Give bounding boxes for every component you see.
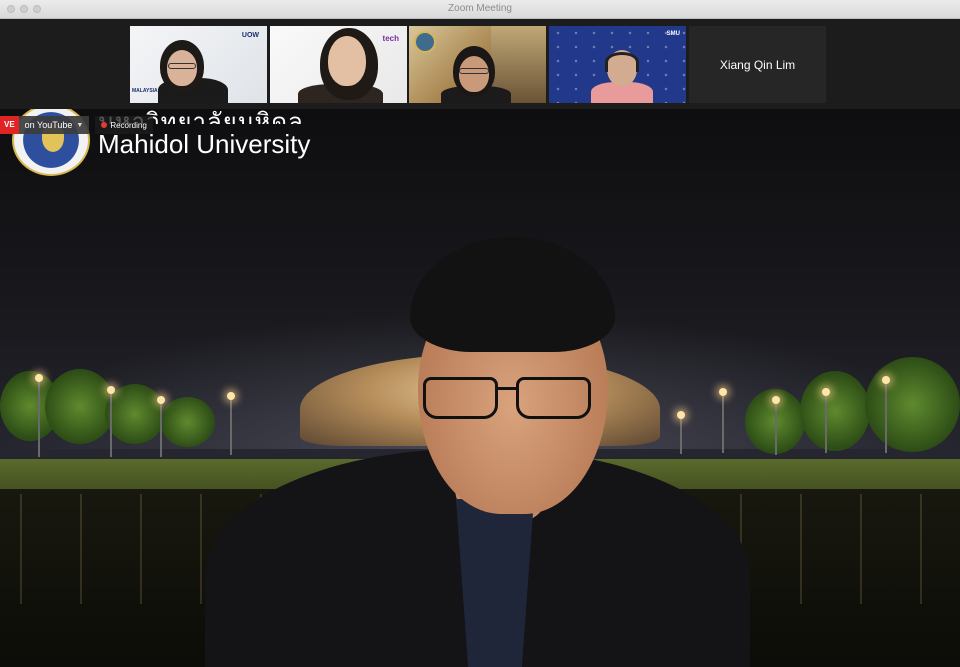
street-lamp: [677, 411, 685, 454]
participant-tile[interactable]: UOW MALAYSIA: [130, 26, 267, 103]
live-badge: VE: [0, 116, 19, 134]
street-lamp: [35, 374, 43, 457]
glasses-icon: [168, 63, 196, 69]
tree: [800, 371, 870, 451]
live-stream-dropdown[interactable]: on YouTube ▼: [18, 116, 90, 134]
stream-label: on YouTube: [24, 120, 73, 130]
participant-tile[interactable]: tech: [270, 26, 407, 103]
window-titlebar: Zoom Meeting: [0, 0, 960, 19]
participant-tile[interactable]: [409, 26, 546, 103]
speaker-hair: [410, 237, 615, 352]
street-lamp: [157, 396, 165, 457]
street-lamp: [822, 388, 830, 453]
participant-tile[interactable]: SMU: [549, 26, 686, 103]
street-lamp: [719, 388, 727, 453]
record-dot-icon: [101, 122, 108, 128]
participant-face: [328, 36, 366, 86]
headset-icon: [605, 52, 639, 72]
window-title: Zoom Meeting: [448, 3, 512, 14]
participant-face: [459, 56, 489, 92]
participant-name: Xiang Qin Lim: [719, 57, 796, 72]
chevron-down-icon: ▼: [76, 121, 84, 129]
tree: [865, 357, 960, 452]
uow-logo-subtext: MALAYSIA: [132, 88, 158, 94]
glasses-icon: [423, 377, 593, 421]
street-lamp: [227, 392, 235, 455]
street-lamp: [882, 376, 890, 453]
tree: [45, 369, 115, 444]
street-lamp: [772, 396, 780, 455]
tech-logo: tech: [382, 34, 399, 43]
live-status-bar: VE on YouTube ▼ Recording: [0, 116, 153, 134]
university-crest-icon: [414, 31, 436, 53]
active-speaker-video[interactable]: มหาวิทยาลัยมหิดล Mahidol University: [0, 109, 960, 667]
uow-logo: UOW: [241, 32, 259, 39]
tree: [105, 384, 165, 444]
street-lamp: [107, 386, 115, 457]
participant-tile[interactable]: Xiang Qin Lim: [689, 26, 826, 103]
glasses-icon: [459, 68, 489, 74]
gallery-strip: UOW MALAYSIA tech SMU Xiang Qin Lim: [0, 19, 960, 109]
smu-logo: SMU: [666, 31, 680, 37]
tree: [160, 397, 215, 447]
recording-indicator[interactable]: Recording: [95, 116, 153, 134]
recording-label: Recording: [110, 120, 147, 130]
